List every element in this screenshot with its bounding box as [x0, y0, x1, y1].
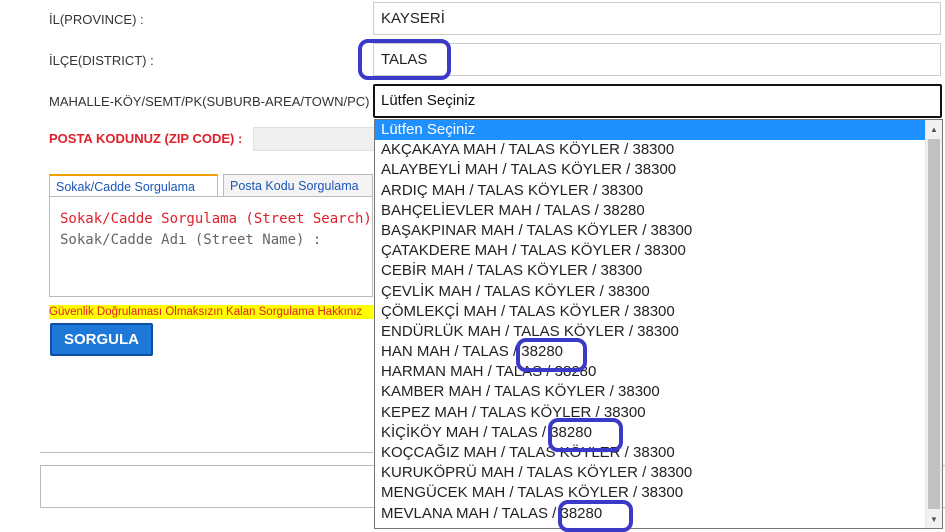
divider	[40, 465, 41, 508]
dropdown-option[interactable]: KİÇİKÖY MAH / TALAS / 38280	[375, 423, 926, 443]
suburb-dropdown-list[interactable]: Lütfen Seçiniz AKÇAKAYA MAH / TALAS KÖYL…	[374, 119, 943, 529]
highlight-kicikoy-zip	[548, 418, 623, 452]
suburb-label: MAHALLE-KÖY/SEMT/PK(SUBURB-AREA/TOWN/PC)…	[49, 94, 377, 109]
highlight-mevlana-zip	[558, 500, 633, 532]
tab-postcode-search[interactable]: Posta Kodu Sorgulama	[223, 174, 373, 196]
dropdown-option[interactable]: KEPEZ MAH / TALAS KÖYLER / 38300	[375, 403, 926, 423]
dropdown-option[interactable]: KOÇCAĞIZ MAH / TALAS KÖYLER / 38300	[375, 443, 926, 463]
dropdown-option[interactable]: ARDIÇ MAH / TALAS KÖYLER / 38300	[375, 181, 926, 201]
search-button[interactable]: SORGULA	[50, 323, 153, 356]
dropdown-option[interactable]: ÇÖMLEKÇİ MAH / TALAS KÖYLER / 38300	[375, 302, 926, 322]
highlight-han-zip	[516, 338, 587, 372]
province-field[interactable]: KAYSERİ	[373, 2, 941, 35]
dropdown-option[interactable]: ÇEVLİK MAH / TALAS KÖYLER / 38300	[375, 282, 926, 302]
dropdown-option[interactable]: KURUKÖPRÜ MAH / TALAS KÖYLER / 38300	[375, 463, 926, 483]
dropdown-option[interactable]: KAMBER MAH / TALAS KÖYLER / 38300	[375, 382, 926, 402]
query-limit-warning: Güvenlik Doğrulaması Olmaksızın Kalan So…	[49, 305, 373, 319]
dropdown-option[interactable]: MENGÜCEK MAH / TALAS KÖYLER / 38300	[375, 483, 926, 503]
dropdown-option[interactable]: BAHÇELİEVLER MAH / TALAS / 38280	[375, 201, 926, 221]
zip-label: POSTA KODUNUZ (ZIP CODE) :	[49, 131, 243, 146]
dropdown-option[interactable]: BAŞAKPINAR MAH / TALAS KÖYLER / 38300	[375, 221, 926, 241]
tab-street-search[interactable]: Sokak/Cadde Sorgulama	[49, 174, 218, 196]
panel-title: Sokak/Cadde Sorgulama (Street Search)	[60, 211, 372, 227]
scroll-down-icon[interactable]: ▼	[930, 515, 938, 525]
dropdown-option-placeholder[interactable]: Lütfen Seçiniz	[375, 120, 926, 141]
dropdown-option[interactable]: HAN MAH / TALAS / 38280	[375, 342, 926, 362]
street-name-label: Sokak/Cadde Adı (Street Name) :	[60, 232, 322, 248]
dropdown-option[interactable]: ALAYBEYLİ MAH / TALAS KÖYLER / 38300	[375, 160, 926, 180]
dropdown-option[interactable]: CEBİR MAH / TALAS KÖYLER / 38300	[375, 261, 926, 281]
dropdown-option[interactable]: MEVLANA MAH / TALAS / 38280	[375, 504, 926, 524]
dropdown-option[interactable]: HARMAN MAH / TALAS / 38280	[375, 362, 926, 382]
district-field[interactable]: TALAS	[373, 43, 941, 76]
divider	[40, 452, 373, 453]
dropdown-option[interactable]: ÇATAKDERE MAH / TALAS KÖYLER / 38300	[375, 241, 926, 261]
zip-value-box	[253, 127, 375, 151]
district-label: İLÇE(DISTRICT) :	[49, 53, 154, 68]
street-search-panel: Sokak/Cadde Sorgulama (Street Search) So…	[49, 196, 373, 297]
province-label: İL(PROVINCE) :	[49, 12, 144, 27]
dropdown-scrollbar[interactable]: ▲ ▼	[925, 120, 942, 528]
dropdown-option[interactable]: ENDÜRLÜK MAH / TALAS KÖYLER / 38300	[375, 322, 926, 342]
highlight-district	[358, 39, 451, 80]
dropdown-options: Lütfen Seçiniz AKÇAKAYA MAH / TALAS KÖYL…	[375, 120, 926, 524]
suburb-select[interactable]: Lütfen Seçiniz	[373, 84, 942, 118]
scroll-up-icon[interactable]: ▲	[930, 125, 938, 135]
dropdown-option[interactable]: AKÇAKAYA MAH / TALAS KÖYLER / 38300	[375, 140, 926, 160]
scrollbar-thumb[interactable]	[928, 139, 940, 509]
